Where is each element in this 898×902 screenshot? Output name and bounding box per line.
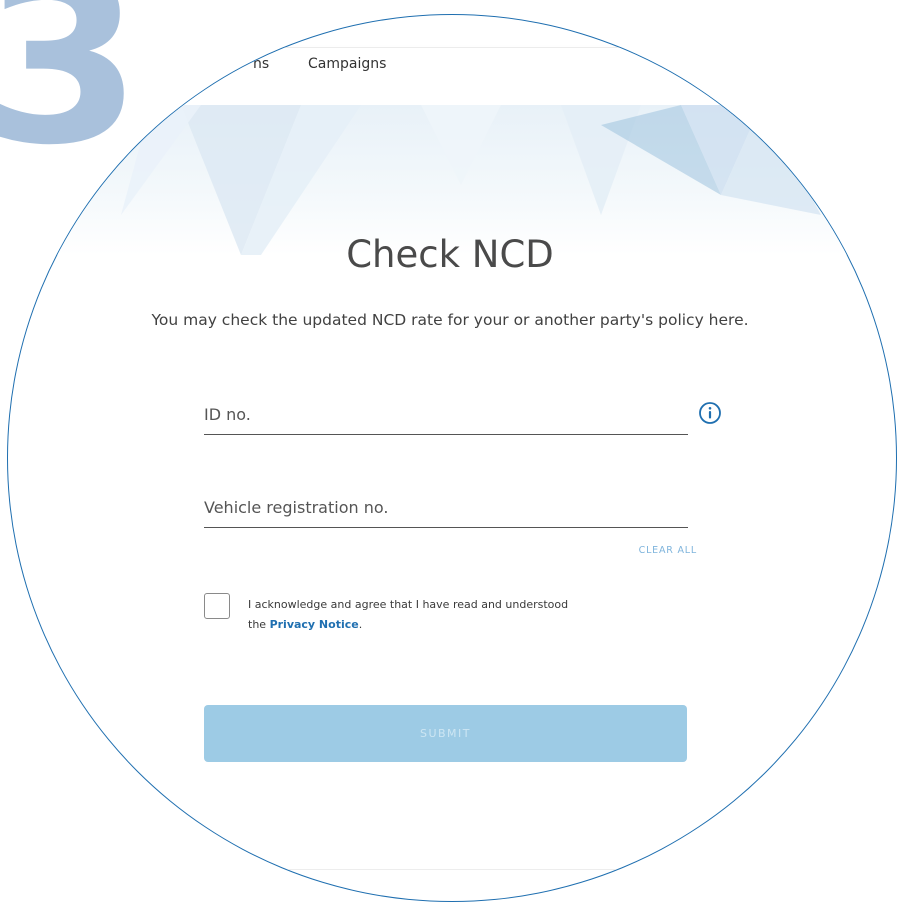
clear-all-link[interactable]: CLEAR ALL bbox=[627, 545, 697, 556]
tutorial-step-frame: 3 ns Campaigns Check NCD Y bbox=[0, 0, 898, 902]
nav-item-campaigns[interactable]: Campaigns bbox=[308, 56, 386, 72]
privacy-consent-text: I acknowledge and agree that I have read… bbox=[248, 595, 698, 635]
info-circle-icon[interactable] bbox=[698, 401, 722, 425]
consent-line-1: I acknowledge and agree that I have read… bbox=[248, 598, 569, 611]
zoom-circle: ns Campaigns Check NCD You may check the… bbox=[7, 14, 897, 902]
submit-button[interactable]: SUBMIT bbox=[204, 705, 687, 762]
top-navigation: ns Campaigns bbox=[8, 47, 896, 106]
page-title: Check NCD bbox=[346, 233, 554, 276]
bottom-divider bbox=[8, 869, 896, 870]
nav-item-partial[interactable]: ns bbox=[253, 56, 269, 72]
vehicle-registration-input[interactable] bbox=[204, 488, 688, 528]
consent-suffix: . bbox=[358, 618, 363, 631]
privacy-consent-checkbox[interactable] bbox=[204, 593, 230, 619]
privacy-notice-link[interactable]: Privacy Notice bbox=[270, 618, 359, 631]
consent-line-2: the Privacy Notice. bbox=[248, 615, 698, 635]
id-number-input[interactable] bbox=[204, 395, 688, 435]
consent-prefix: the bbox=[248, 618, 270, 631]
page-subtitle: You may check the updated NCD rate for y… bbox=[151, 311, 749, 329]
